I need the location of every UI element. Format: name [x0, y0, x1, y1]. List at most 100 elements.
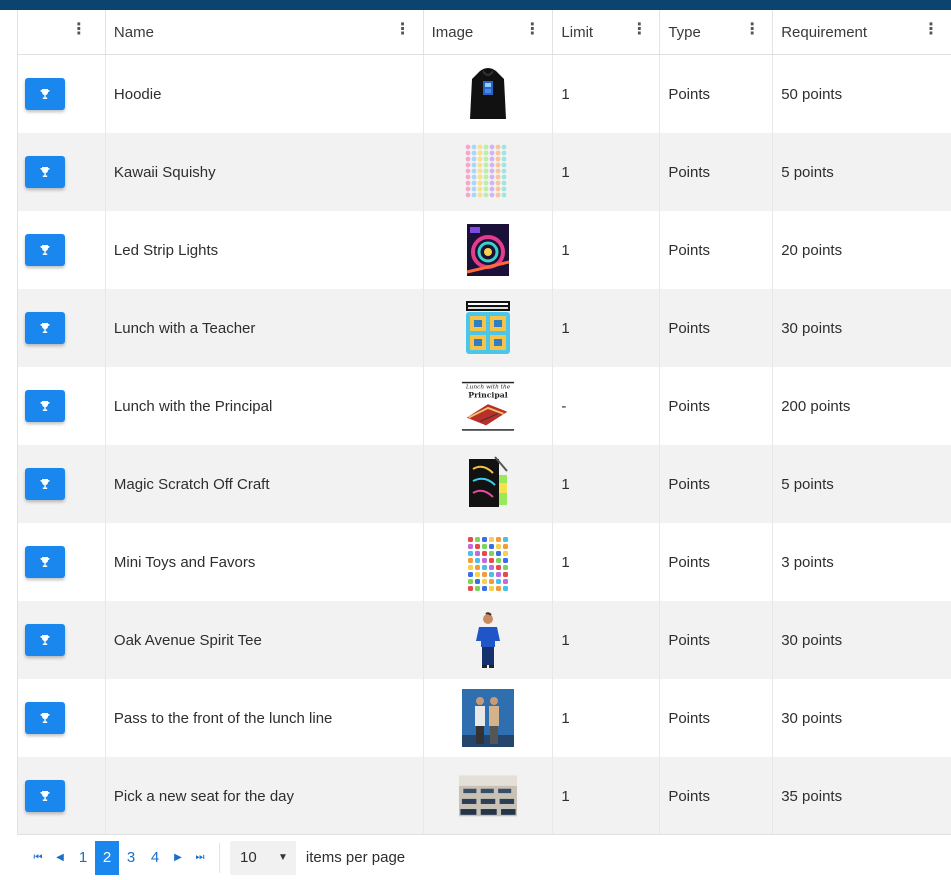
classroom-seat-image — [458, 764, 517, 828]
row-action-cell — [18, 289, 106, 367]
image-cell: Lunch with the Principal — [424, 367, 554, 445]
trophy-button[interactable] — [25, 234, 65, 266]
trophy-icon — [39, 88, 51, 100]
limit-cell: 1 — [553, 55, 661, 133]
requirement-cell: 5 points — [781, 475, 834, 493]
column-menu-icon[interactable]: ⋮ — [71, 22, 87, 38]
trophy-icon — [39, 478, 51, 490]
hoodie-image — [459, 62, 517, 126]
table-row[interactable]: Pass to the front of the lunch line 1 Poin… — [18, 679, 951, 757]
trophy-button[interactable] — [25, 156, 65, 188]
header-name-column[interactable]: Name ⋮ — [106, 10, 424, 54]
limit-cell: 1 — [553, 445, 661, 523]
page-4-button[interactable]: 4 — [143, 841, 167, 875]
header-type-column[interactable]: Type ⋮ — [660, 10, 774, 54]
image-cell — [424, 211, 554, 289]
image-cell — [424, 289, 554, 367]
page-2-button[interactable]: 2 — [95, 840, 119, 875]
table-row[interactable]: Lunch with the Principal Lunch with the Pr… — [18, 367, 951, 445]
header-limit-column[interactable]: Limit ⋮ — [553, 10, 661, 54]
mini-toys-image — [459, 530, 517, 594]
limit-cell: 1 — [553, 757, 661, 835]
limit-cell: 1 — [553, 133, 661, 211]
type-cell: Points — [660, 523, 774, 601]
lunch-line-image — [459, 686, 517, 750]
image-cell — [424, 523, 554, 601]
next-page-button[interactable]: ▶ — [167, 841, 189, 875]
trophy-button[interactable] — [25, 702, 65, 734]
type-cell: Points — [660, 133, 774, 211]
trophy-button[interactable] — [25, 468, 65, 500]
column-menu-icon[interactable]: ⋮ — [395, 22, 411, 38]
last-page-button[interactable]: ⏭ — [189, 841, 211, 875]
table-row[interactable]: Oak Avenue Spirit Tee 1 Points 30 points — [18, 601, 951, 679]
page-3-button[interactable]: 3 — [119, 841, 143, 875]
image-cell — [424, 601, 554, 679]
requirement-cell: 30 points — [781, 631, 843, 649]
column-menu-icon[interactable]: ⋮ — [744, 22, 760, 38]
name-cell: Lunch with the Principal — [106, 367, 424, 445]
trophy-icon — [39, 244, 51, 256]
trophy-icon — [39, 556, 51, 568]
table-row[interactable]: Kawaii Squishy 1 Points 5 points — [18, 133, 951, 211]
trophy-button[interactable] — [25, 78, 65, 110]
header-image-label: Image — [431, 23, 474, 41]
pagination-divider — [219, 842, 220, 873]
table-row[interactable]: Led Strip Lights 1 Points 20 points — [18, 211, 951, 289]
previous-page-button[interactable]: ◀ — [49, 841, 71, 875]
row-action-cell — [18, 679, 106, 757]
name-cell: Lunch with a Teacher — [106, 289, 424, 367]
first-page-button[interactable]: ⏮ — [27, 841, 49, 875]
header-image-column[interactable]: Image ⋮ — [424, 10, 554, 54]
type-cell: Points — [660, 757, 774, 835]
name-cell: Led Strip Lights — [106, 211, 424, 289]
requirement-cell: 5 points — [781, 163, 834, 181]
trophy-button[interactable] — [25, 780, 65, 812]
column-menu-icon[interactable]: ⋮ — [923, 22, 939, 38]
type-cell: Points — [660, 601, 774, 679]
trophy-icon — [39, 322, 51, 334]
column-menu-icon[interactable]: ⋮ — [524, 22, 540, 38]
name-cell: Pick a new seat for the day — [106, 757, 424, 835]
table-row[interactable]: Magic Scratch Off Craft 1 Points 5 points — [18, 445, 951, 523]
name-cell: Hoodie — [106, 55, 424, 133]
type-cell: Points — [660, 55, 774, 133]
name-cell: Mini Toys and Favors — [106, 523, 424, 601]
type-cell: Points — [660, 211, 774, 289]
header-requirement-label: Requirement — [781, 23, 868, 41]
column-menu-icon[interactable]: ⋮ — [631, 22, 647, 38]
trophy-button[interactable] — [25, 624, 65, 656]
row-action-cell — [18, 367, 106, 445]
type-cell: Points — [660, 367, 774, 445]
table-row[interactable]: Mini Toys and Favors 1 Points 3 points — [18, 523, 951, 601]
svg-text:Principal: Principal — [468, 390, 507, 399]
page-1-button[interactable]: 1 — [71, 841, 95, 875]
trophy-button[interactable] — [25, 312, 65, 344]
header-limit-label: Limit — [561, 23, 594, 41]
trophy-icon — [39, 166, 51, 178]
rewards-grid: ⋮ Name ⋮ Image ⋮ Limit ⋮ Type ⋮ Requirem… — [17, 10, 951, 835]
image-cell — [424, 445, 554, 523]
limit-cell: - — [553, 367, 661, 445]
header-requirement-column[interactable]: Requirement ⋮ — [773, 10, 951, 54]
left-strip — [0, 10, 17, 880]
page-size-label: items per page — [305, 849, 406, 866]
trophy-icon — [39, 790, 51, 802]
name-cell: Pass to the front of the lunch line — [106, 679, 424, 757]
led-lights-image — [459, 218, 517, 282]
table-row[interactable]: Lunch with a Teacher 1 Points 30 points — [18, 289, 951, 367]
image-cell — [424, 757, 554, 835]
limit-cell: 1 — [553, 211, 661, 289]
limit-cell: 1 — [553, 289, 661, 367]
requirement-cell: 30 points — [781, 319, 843, 337]
grid-body: Hoodie 1 Points 50 points Kawaii Squishy 1 Poi… — [18, 55, 951, 835]
trophy-button[interactable] — [25, 390, 65, 422]
page-size-dropdown[interactable]: 10 ▼ — [230, 840, 296, 875]
type-cell: Points — [660, 445, 774, 523]
table-row[interactable]: Hoodie 1 Points 50 points — [18, 55, 951, 133]
trophy-button[interactable] — [25, 546, 65, 578]
spirit-tee-image — [459, 608, 517, 672]
grid-header: ⋮ Name ⋮ Image ⋮ Limit ⋮ Type ⋮ Requirem… — [18, 10, 951, 55]
table-row[interactable]: Pick a new seat for the day 1 Points 35 poi… — [18, 757, 951, 835]
caret-down-icon: ▼ — [278, 852, 288, 863]
